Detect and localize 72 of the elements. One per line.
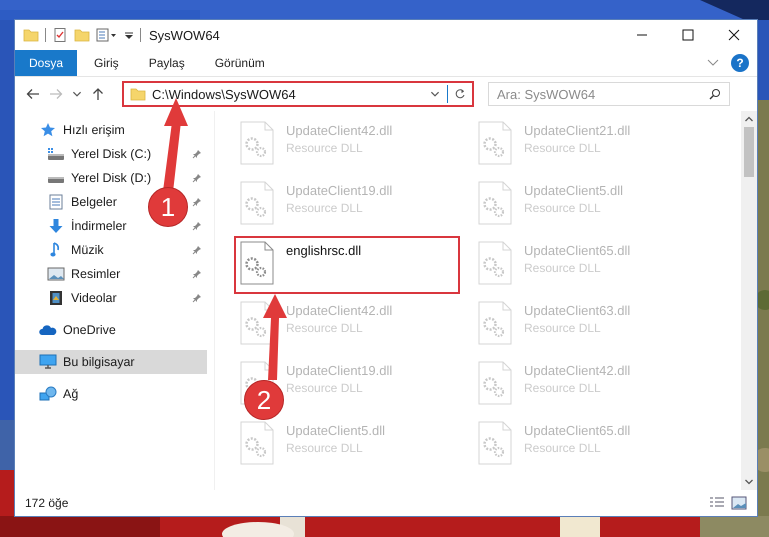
dll-file-icon (478, 421, 512, 465)
monitor-icon (39, 354, 57, 370)
dll-file-icon (240, 181, 274, 225)
dll-file-icon (240, 421, 274, 465)
help-button[interactable]: ? (731, 54, 749, 72)
sidebar-item[interactable]: İndirmeler (47, 218, 127, 234)
drive-icon (47, 147, 65, 161)
network-icon (39, 386, 57, 402)
dll-file-icon (240, 121, 274, 165)
properties-icon[interactable] (52, 27, 68, 43)
ribbon-tab[interactable]: Görünüm (200, 50, 280, 76)
sidebar-item[interactable]: Hızlı erişim (15, 118, 214, 142)
download-arrow-icon (48, 218, 64, 234)
address-path: C:\Windows\SysWOW64 (152, 86, 297, 102)
scroll-up-icon[interactable] (744, 115, 754, 123)
sidebar-label: Müzik (71, 243, 104, 257)
item-count: 172 öğe (25, 496, 68, 510)
pin-icon[interactable] (192, 221, 202, 231)
sidebar-label: Yerel Disk (D:) (71, 171, 152, 185)
dll-file-icon (478, 301, 512, 345)
sidebar-label: Ağ (63, 387, 78, 401)
file-tab[interactable]: Dosya (15, 50, 78, 76)
sidebar-label: Bu bilgisayar (63, 355, 135, 369)
large-icons-view-icon[interactable] (731, 496, 747, 510)
cloud-icon (39, 324, 57, 336)
sidebar-item[interactable]: Müzik (47, 242, 104, 258)
scrollbar[interactable] (741, 111, 757, 490)
document-icon (49, 194, 63, 210)
window-title: SysWOW64 (149, 28, 220, 42)
folder-icon (130, 86, 146, 102)
sidebar-label: Videolar (71, 291, 117, 305)
sidebar-item[interactable]: Bu bilgisayar (15, 350, 207, 374)
pin-icon[interactable] (192, 245, 202, 255)
sidebar-item[interactable]: Yerel Disk (C:) (47, 147, 152, 161)
sidebar-label: OneDrive (63, 323, 116, 337)
rename-icon[interactable] (96, 27, 118, 43)
sidebar-label: İndirmeler (71, 219, 127, 233)
sidebar-item[interactable]: Videolar (47, 290, 117, 306)
pin-icon[interactable] (192, 197, 202, 207)
star-icon (40, 122, 56, 138)
chevron-icon[interactable] (707, 59, 719, 67)
dll-file-icon (478, 361, 512, 405)
file-name[interactable]: englishrsc.dll (286, 243, 362, 258)
film-icon (49, 290, 63, 306)
ribbon-tab[interactable]: Paylaş (134, 50, 200, 76)
scroll-thumb[interactable] (744, 127, 754, 177)
pin-icon[interactable] (192, 173, 202, 183)
sidebar-label: Yerel Disk (C:) (71, 147, 152, 161)
sidebar-label: Belgeler (71, 195, 117, 209)
sidebar-label: Resimler (71, 267, 120, 281)
dll-file-icon (478, 241, 512, 285)
refresh-icon[interactable] (454, 88, 466, 100)
picture-icon (47, 267, 65, 281)
dll-file-icon (478, 121, 512, 165)
sidebar-item[interactable]: Ağ (15, 382, 214, 406)
search-icon[interactable] (709, 88, 721, 100)
pin-icon[interactable] (192, 293, 202, 303)
ribbon-tab[interactable]: Giriş (79, 50, 134, 76)
sidebar-item[interactable]: OneDrive (15, 318, 214, 342)
close-icon (728, 29, 740, 41)
dll-file-icon (478, 181, 512, 225)
sidebar-item[interactable]: Yerel Disk (D:) (47, 171, 152, 185)
address-bar[interactable]: C:\Windows\SysWOW64 (122, 81, 474, 107)
sidebar-item[interactable]: Belgeler (47, 194, 117, 210)
search-field[interactable]: Ara: SysWOW64 (488, 82, 730, 106)
maximize-icon (682, 29, 694, 41)
sidebar-label: Hızlı erişim (63, 123, 125, 137)
dll-file-icon (240, 241, 274, 285)
pin-icon[interactable] (192, 269, 202, 279)
pin-icon[interactable] (192, 149, 202, 159)
sidebar-item[interactable]: Resimler (47, 267, 120, 281)
scroll-down-icon[interactable] (744, 478, 754, 486)
